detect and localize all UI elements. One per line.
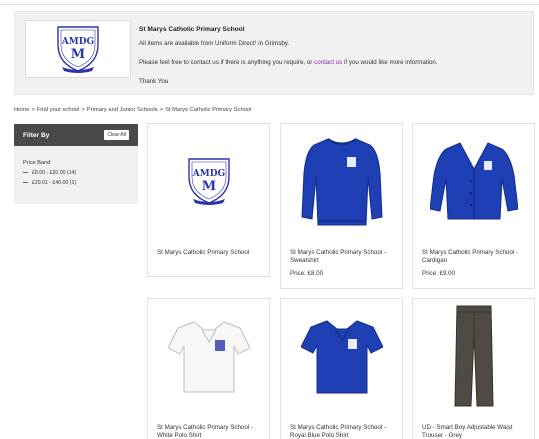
grey-trousers-icon (453, 305, 494, 406)
checkbox-icon (23, 171, 28, 175)
product-card[interactable]: St Marys Catholic Primary School - Cardi… (412, 123, 535, 289)
checkbox-icon (23, 181, 28, 185)
contact-text-pre: Please feel free to contact us if there … (139, 58, 313, 66)
product-price: Price: £9.00 (422, 270, 456, 277)
price-option-8-20[interactable]: £8.00 - £20.00 (14) (23, 170, 138, 176)
svg-text:AMDG: AMDG (61, 37, 94, 47)
product-image[interactable]: AMDG M (148, 124, 269, 237)
product-name[interactable]: UD - Smart Boy Adjustable Waist Trouser … (422, 424, 532, 439)
filter-title: Filter By (23, 131, 50, 139)
crest-icon: AMDG M (57, 26, 99, 73)
product-name[interactable]: St Marys Catholic Primary School - White… (157, 424, 267, 439)
contact-text: Please feel free to contact us if there … (139, 59, 529, 67)
contact-us-link[interactable]: contact us (314, 59, 342, 66)
school-name-heading: St Marys Catholic Primary School (139, 26, 245, 33)
breadcrumb-current: St Marys Catholic Primary School (165, 107, 252, 113)
product-image[interactable] (281, 124, 402, 237)
product-name[interactable]: St Marys Catholic Primary School - Cardi… (422, 249, 532, 265)
breadcrumb-find-school[interactable]: Find your school (37, 107, 80, 113)
product-card[interactable]: St Marys Catholic Primary School - Royal… (280, 298, 403, 439)
school-info-banner: AMDG M St Marys Catholic Primary School … (14, 11, 534, 95)
product-image[interactable] (413, 299, 534, 412)
product-name[interactable]: St Marys Catholic Primary School - Royal… (290, 424, 400, 439)
breadcrumb-separator: > (159, 107, 164, 113)
breadcrumb-home[interactable]: Home (14, 107, 29, 113)
price-option-20-40[interactable]: £20.01 - £40.00 (1) (23, 180, 138, 186)
school-crest-icon: AMDG M (187, 157, 230, 205)
price-band-label: Price Band (23, 160, 51, 166)
filter-header: Filter By Clear All (14, 124, 138, 146)
availability-text: All items are available from Uniform Dir… (139, 39, 290, 47)
breadcrumb-separator: > (31, 107, 35, 113)
product-card[interactable]: St Marys Catholic Primary School - White… (147, 298, 270, 439)
white-polo-icon (167, 320, 250, 392)
product-card[interactable]: St Marys Catholic Primary School - Sweat… (280, 123, 403, 289)
price-option-label: £20.01 - £40.00 (1) (32, 180, 77, 186)
svg-text:M: M (201, 179, 215, 194)
filter-panel: Filter By Clear All Price Band £8.00 - £… (14, 124, 138, 204)
breadcrumb-separator: > (81, 107, 85, 113)
top-divider (0, 4, 539, 5)
product-name[interactable]: St Marys Catholic Primary School (157, 249, 267, 257)
product-card[interactable]: UD - Smart Boy Adjustable Waist Trouser … (412, 298, 535, 439)
breadcrumb-primary-junior[interactable]: Primary and Junior Schools (87, 107, 158, 113)
cardigan-icon (429, 141, 518, 219)
breadcrumb: Home > Find your school > Primary and Junior… (14, 107, 251, 113)
banner-text: St Marys Catholic Primary School All ite… (139, 26, 529, 86)
price-option-label: £8.00 - £20.00 (14) (32, 170, 77, 176)
thank-you-text: Thank You (139, 77, 169, 85)
school-crest-logo: AMDG M (25, 20, 131, 78)
clear-all-button[interactable]: Clear All (104, 130, 129, 140)
blue-polo-icon (300, 319, 383, 393)
svg-text:AMDG: AMDG (191, 169, 224, 179)
contact-text-post: if you would like more information. (344, 58, 438, 66)
product-name[interactable]: St Marys Catholic Primary School - Sweat… (290, 249, 400, 265)
product-price: Price: £8.00 (290, 270, 324, 277)
sweatshirt-icon (300, 137, 383, 225)
product-image[interactable] (281, 299, 402, 412)
product-image[interactable] (413, 124, 534, 237)
product-card[interactable]: AMDG M St Marys Catholic Primary School (147, 123, 270, 277)
svg-text:M: M (71, 47, 85, 62)
product-image[interactable] (148, 299, 269, 412)
